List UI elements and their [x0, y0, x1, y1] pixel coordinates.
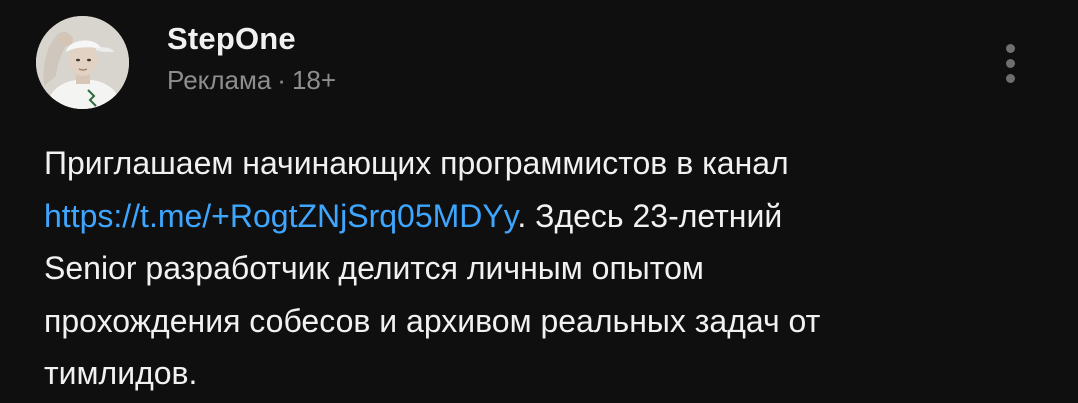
- post-text: Приглашаем начинающих программистов в ка…: [44, 137, 1034, 400]
- meta-separator: ·: [277, 65, 286, 95]
- post-text-fragment: . Здесь 23-летний: [517, 197, 783, 234]
- more-vert-icon[interactable]: [990, 38, 1030, 88]
- menu-dot: [1005, 58, 1015, 68]
- post-text-line: прохождения собесов и архивом реальных з…: [44, 302, 821, 339]
- post-text-line: https://t.me/+RogtZNjSrq05MDYy. Здесь 23…: [44, 190, 1034, 243]
- ad-label: Реклама: [167, 65, 272, 95]
- post-text-line: Senior разработчик делится личным опытом: [44, 250, 704, 286]
- post-text-line: тимлидов.: [44, 355, 198, 391]
- age-rating-badge: 18+: [291, 65, 337, 95]
- channel-avatar[interactable]: [36, 16, 129, 109]
- channel-name[interactable]: StepOne: [167, 20, 296, 58]
- ad-post-card: StepOne Реклама · 18+ Приглашаем начинающи…: [0, 0, 1078, 403]
- menu-dot: [1005, 73, 1015, 83]
- menu-dot: [1005, 43, 1015, 53]
- channel-invite-link[interactable]: https://t.me/+RogtZNjSrq05MDYy: [44, 198, 517, 234]
- avatar-image: [36, 16, 129, 109]
- post-text-line: Приглашаем начинающих программистов в ка…: [44, 145, 789, 181]
- post-meta: Реклама · 18+: [167, 63, 336, 97]
